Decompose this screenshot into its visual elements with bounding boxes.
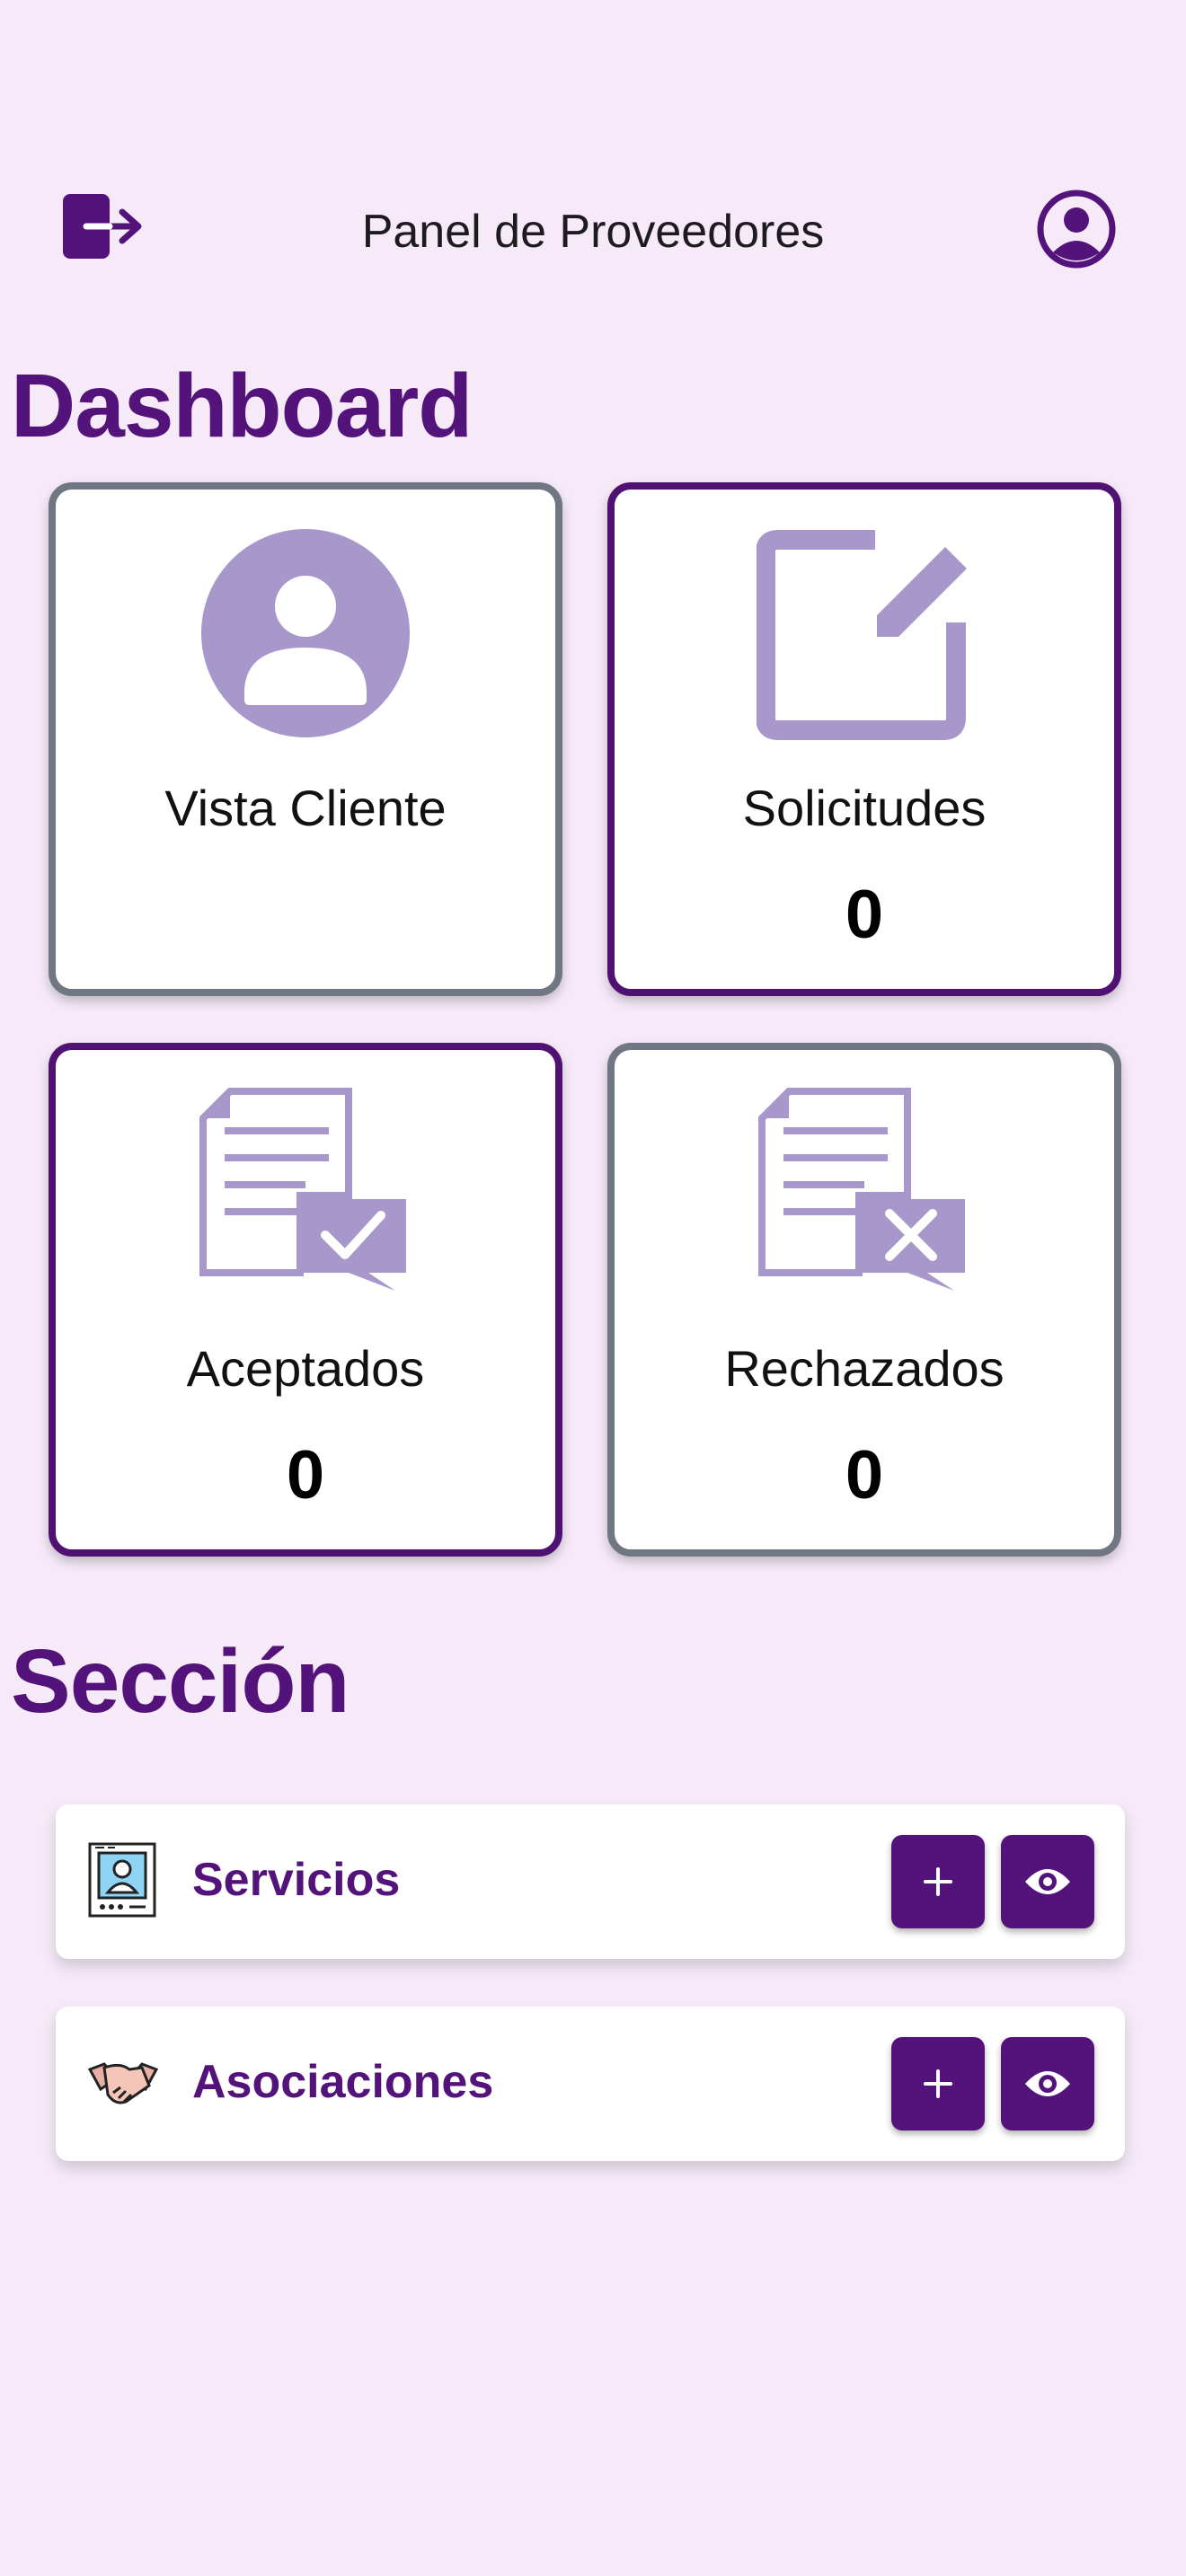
document-check-icon <box>199 1088 406 1291</box>
document-x-icon <box>758 1088 965 1291</box>
plus-icon <box>924 2069 952 2098</box>
id-card-icon <box>88 1842 156 1918</box>
add-servicio-button[interactable] <box>891 1835 985 1928</box>
card-label: Rechazados <box>724 1340 1005 1397</box>
top-app-bar: Panel de Proveedores <box>0 171 1186 287</box>
list-item-asociaciones: Asociaciones <box>56 2007 1125 2161</box>
page-title: Panel de Proveedores <box>361 206 825 258</box>
account-circle-icon <box>1037 190 1116 269</box>
row-label[interactable]: Servicios <box>192 1853 400 1907</box>
card-aceptados[interactable]: Aceptados 0 <box>49 1043 562 1557</box>
add-asociacion-button[interactable] <box>891 2037 985 2130</box>
eye-icon <box>1025 2071 1070 2096</box>
card-vista-cliente[interactable]: Vista Cliente <box>49 482 562 996</box>
card-count: 0 <box>286 1437 325 1513</box>
row-label[interactable]: Asociaciones <box>192 2055 493 2109</box>
profile-button[interactable] <box>1033 186 1120 272</box>
dashboard-heading: Dashboard <box>11 356 473 456</box>
card-rechazados[interactable]: Rechazados 0 <box>607 1043 1121 1557</box>
eye-icon <box>1025 1869 1070 1894</box>
card-label: Vista Cliente <box>164 780 447 836</box>
person-avatar-icon <box>201 529 410 737</box>
section-heading: Sección <box>11 1631 350 1732</box>
card-label: Aceptados <box>186 1340 425 1397</box>
plus-icon <box>924 1867 952 1896</box>
card-label: Solicitudes <box>742 780 987 836</box>
list-item-servicios: Servicios <box>56 1804 1125 1959</box>
view-servicios-button[interactable] <box>1001 1835 1094 1928</box>
card-count: 0 <box>845 877 884 953</box>
view-asociaciones-button[interactable] <box>1001 2037 1094 2130</box>
edit-note-icon <box>757 530 967 740</box>
card-count: 0 <box>845 1437 884 1513</box>
card-solicitudes[interactable]: Solicitudes 0 <box>607 482 1121 996</box>
handshake-icon <box>87 2062 159 2104</box>
